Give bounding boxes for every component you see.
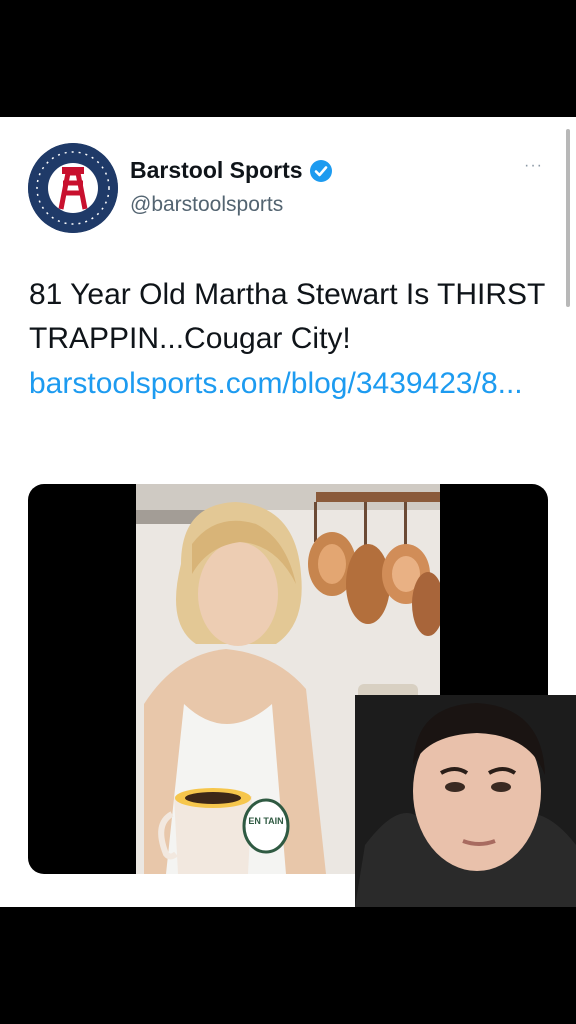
author-handle[interactable]: @barstoolsports: [130, 193, 283, 217]
more-options-icon[interactable]: ···: [524, 157, 543, 175]
avatar[interactable]: [28, 143, 118, 233]
mug-label: EN TAIN: [248, 816, 283, 826]
tweet-link[interactable]: barstoolsports.com/blog/3439423/8...: [29, 361, 549, 406]
verified-badge-icon: [309, 159, 332, 182]
scrollbar[interactable]: [566, 129, 570, 307]
barstool-logo-icon: [28, 143, 118, 233]
author-name[interactable]: Barstool Sports: [130, 157, 303, 184]
letterbox-bottom: [0, 907, 576, 1024]
creator-face-image: [355, 695, 576, 907]
tweet-text: 81 Year Old Martha Stewart Is THIRST TRA…: [29, 278, 545, 355]
letterbox-top: [0, 0, 576, 117]
creator-overlay-video[interactable]: [355, 695, 576, 907]
